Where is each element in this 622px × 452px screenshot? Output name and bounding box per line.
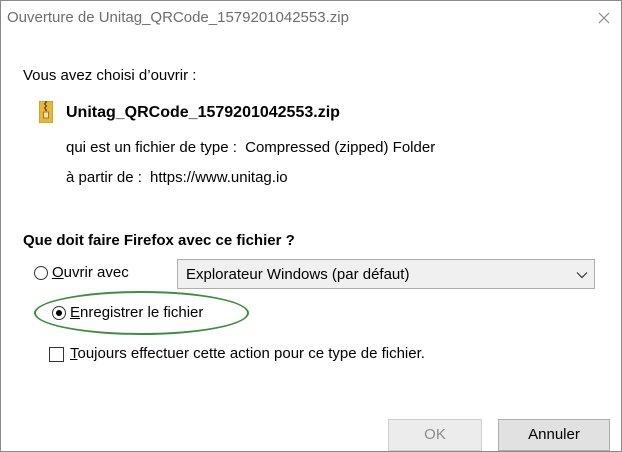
save-file-label[interactable]: Enregistrer le fichier: [70, 304, 203, 321]
file-source-value: https://www.unitag.io: [150, 169, 288, 186]
download-dialog: Ouverture de Unitag_QRCode_1579201042553…: [0, 0, 622, 452]
ok-button[interactable]: OK: [388, 419, 482, 451]
save-file-mnemonic: E: [70, 304, 81, 321]
intro-text: Vous avez choisi d’ouvrir :: [23, 67, 197, 84]
open-with-app-select[interactable]: Explorateur Windows (par défaut): [177, 259, 595, 289]
close-icon[interactable]: [591, 5, 617, 31]
file-type-label: qui est un fichier de type :: [66, 139, 237, 156]
file-type-row: qui est un fichier de type : Compressed …: [66, 139, 435, 156]
open-with-label[interactable]: Ouvrir avec: [52, 264, 129, 281]
file-source-row: à partir de : https://www.unitag.io: [66, 169, 288, 186]
file-source-label: à partir de :: [66, 169, 142, 186]
always-do-mnemonic: T: [70, 345, 78, 362]
window-title: Ouverture de Unitag_QRCode_1579201042553…: [7, 9, 349, 26]
save-file-radio[interactable]: [52, 306, 66, 320]
cancel-button[interactable]: Annuler: [498, 419, 610, 451]
open-with-app-value: Explorateur Windows (par défaut): [186, 266, 410, 283]
file-type-value: Compressed (zipped) Folder: [245, 139, 436, 156]
title-bar[interactable]: Ouverture de Unitag_QRCode_1579201042553…: [1, 1, 621, 35]
chevron-down-icon: [576, 272, 588, 279]
always-do-label[interactable]: Toujours effectuer cette action pour ce …: [70, 345, 425, 362]
open-with-mnemonic: O: [52, 264, 64, 281]
open-with-radio[interactable]: [34, 266, 48, 280]
zip-icon: [39, 101, 53, 123]
always-do-text: oujours effectuer cette action pour ce t…: [77, 345, 425, 362]
action-question: Que doit faire Firefox avec ce fichier ?: [23, 232, 295, 249]
always-do-checkbox[interactable]: [49, 347, 64, 362]
open-with-text: uvrir avec: [63, 264, 129, 281]
save-file-text: nregistrer le fichier: [80, 304, 204, 321]
file-name: Unitag_QRCode_1579201042553.zip: [66, 104, 340, 121]
